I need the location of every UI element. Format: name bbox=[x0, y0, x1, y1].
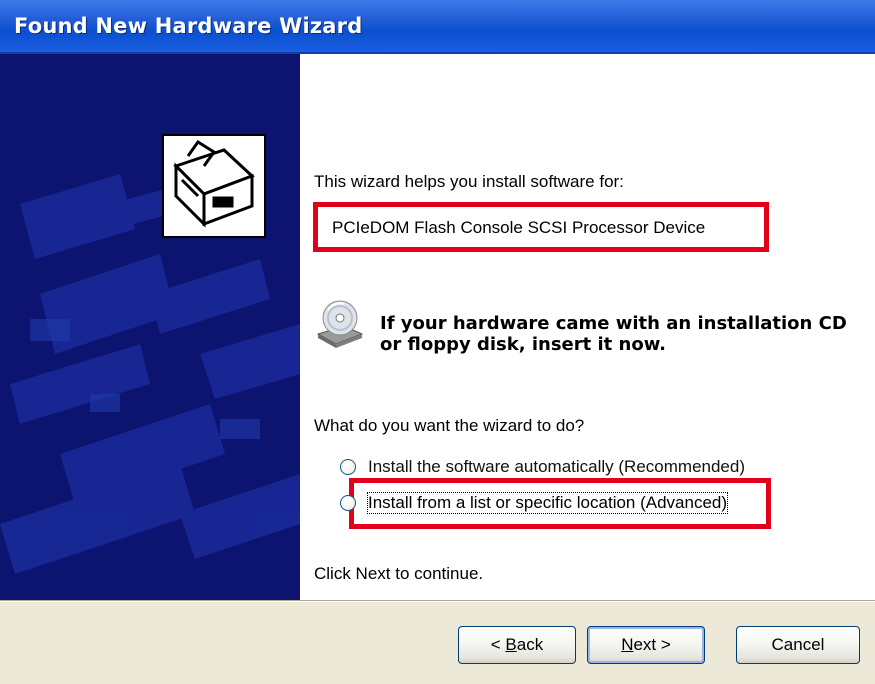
continue-instructions: Click Next to continue. bbox=[314, 564, 484, 583]
option-label[interactable]: Install the software automatically (Reco… bbox=[368, 457, 745, 477]
back-mnemonic: B bbox=[505, 635, 517, 654]
back-prefix: < bbox=[490, 635, 506, 654]
next-mnemonic: N bbox=[621, 635, 634, 654]
cd-prompt-line1: If your hardware came with an installati… bbox=[380, 313, 847, 334]
wizard-question: What do you want the wizard to do? bbox=[314, 416, 585, 435]
back-label: ack bbox=[516, 635, 544, 654]
button-bar: < Back Next > Cancel bbox=[0, 600, 875, 684]
next-label: ext > bbox=[633, 635, 671, 654]
cd-prompt: If your hardware came with an installati… bbox=[380, 313, 847, 355]
radio-button[interactable] bbox=[340, 495, 356, 511]
footer-separator bbox=[0, 600, 875, 602]
option-label[interactable]: Install from a list or specific location… bbox=[366, 492, 729, 514]
window-title: Found New Hardware Wizard bbox=[14, 14, 363, 38]
cancel-label: Cancel bbox=[771, 635, 825, 654]
wizard-content: This wizard helps you install software f… bbox=[300, 54, 875, 600]
cancel-button[interactable]: Cancel bbox=[736, 626, 860, 664]
cd-drive-icon bbox=[314, 298, 366, 350]
title-bar[interactable]: Found New Hardware Wizard bbox=[0, 0, 875, 54]
back-button[interactable]: < Back bbox=[458, 626, 576, 664]
device-name: PCIeDOM Flash Console SCSI Processor Dev… bbox=[332, 218, 706, 237]
wizard-side-panel bbox=[0, 54, 300, 600]
radio-button[interactable] bbox=[340, 459, 356, 475]
hardware-card-icon bbox=[162, 134, 266, 238]
intro-text: This wizard helps you install software f… bbox=[314, 172, 624, 191]
cd-prompt-line2: or floppy disk, insert it now. bbox=[380, 334, 667, 355]
device-highlight-box: PCIeDOM Flash Console SCSI Processor Dev… bbox=[313, 202, 769, 252]
next-button[interactable]: Next > bbox=[587, 626, 705, 664]
